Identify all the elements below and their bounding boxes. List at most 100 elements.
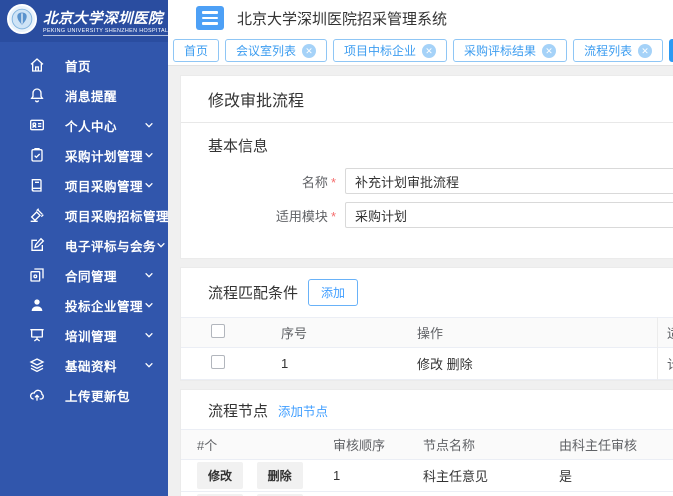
chevron-down-icon bbox=[144, 330, 154, 340]
sidebar-item-training[interactable]: 培训管理 bbox=[0, 320, 168, 350]
layers-icon bbox=[28, 357, 45, 374]
column-header-index: #个 bbox=[197, 435, 333, 454]
table-header-row: 序号 操作 适 bbox=[181, 317, 673, 348]
sidebar-item-label: 个人中心 bbox=[65, 116, 117, 135]
add-node-link[interactable]: 添加节点 bbox=[278, 401, 328, 420]
sidebar-item-label: 合同管理 bbox=[65, 266, 117, 285]
sidebar-item-project-bidding[interactable]: 项目采购招标管理 bbox=[0, 200, 168, 230]
sidebar-item-label: 投标企业管理 bbox=[65, 296, 143, 315]
sidebar-item-label: 电子评标与会务 bbox=[65, 236, 156, 255]
sidebar-item-label: 项目采购管理 bbox=[65, 176, 143, 195]
sidebar: 北京大学深圳医院 PEKING UNIVERSITY SHENZHEN HOSP… bbox=[0, 0, 168, 496]
table-row: 修改 删除 1 科主任意见 是 bbox=[181, 460, 673, 492]
tab-evaluation-results[interactable]: 采购评标结果 ✕ bbox=[453, 39, 567, 62]
sidebar-item-procurement-plan[interactable]: 采购计划管理 bbox=[0, 140, 168, 170]
close-icon[interactable]: ✕ bbox=[302, 44, 316, 58]
close-icon[interactable]: ✕ bbox=[422, 44, 436, 58]
sidebar-item-label: 首页 bbox=[65, 56, 91, 75]
sidebar-item-e-evaluation[interactable]: 电子评标与会务 bbox=[0, 230, 168, 260]
sidebar-item-label: 采购计划管理 bbox=[65, 146, 143, 165]
close-icon[interactable]: ✕ bbox=[638, 44, 652, 58]
required-mark: * bbox=[331, 175, 336, 190]
sidebar-item-basic-data[interactable]: 基础资料 bbox=[0, 350, 168, 380]
match-conditions-header: 流程匹配条件 添加 bbox=[181, 268, 673, 317]
sidebar-item-label: 上传更新包 bbox=[65, 386, 130, 405]
match-conditions-title: 流程匹配条件 bbox=[208, 282, 298, 303]
select-all-checkbox[interactable] bbox=[211, 324, 225, 338]
tab-meeting-room-list[interactable]: 会议室列表 ✕ bbox=[225, 39, 327, 62]
name-field[interactable] bbox=[345, 168, 673, 194]
clipboard-check-icon bbox=[28, 147, 45, 164]
chevron-down-icon bbox=[144, 300, 154, 310]
add-condition-button[interactable]: 添加 bbox=[308, 279, 358, 306]
sidebar-toggle-button[interactable] bbox=[196, 6, 224, 30]
presentation-icon bbox=[28, 327, 45, 344]
module-field[interactable] bbox=[345, 202, 673, 228]
sidebar-item-messages[interactable]: 消息提醒 bbox=[0, 80, 168, 110]
cloud-upload-icon bbox=[28, 387, 45, 404]
match-conditions-panel: 流程匹配条件 添加 序号 操作 适 1 修改 bbox=[180, 267, 673, 381]
tab-label: 流程列表 bbox=[584, 42, 632, 59]
modify-button[interactable]: 修改 bbox=[197, 462, 243, 489]
hospital-logo: 北京大学深圳医院 PEKING UNIVERSITY SHENZHEN HOSP… bbox=[0, 0, 168, 42]
contract-icon bbox=[28, 267, 45, 284]
chevron-down-icon bbox=[144, 120, 154, 130]
chevron-down-icon bbox=[144, 150, 154, 160]
process-nodes-panel: 流程节点 添加节点 #个 审核顺序 节点名称 由科主任审核 修改 删除 bbox=[180, 389, 673, 496]
id-card-icon bbox=[28, 117, 45, 134]
tab-home[interactable]: 首页 bbox=[173, 39, 219, 62]
process-nodes-header: 流程节点 添加节点 bbox=[181, 390, 673, 429]
hospital-emblem-icon bbox=[7, 4, 37, 39]
table-header-row: #个 审核顺序 节点名称 由科主任审核 bbox=[181, 429, 673, 460]
match-conditions-table: 序号 操作 适 1 修改 删除 计 bbox=[181, 317, 673, 380]
main-area: 北京大学深圳医院招采管理系统 首页 会议室列表 ✕ 项目中标企业 ✕ 采购评标结… bbox=[168, 0, 673, 496]
sidebar-item-label: 培训管理 bbox=[65, 326, 117, 345]
cell-dept-head-review: 是 bbox=[559, 466, 673, 485]
tab-process-list[interactable]: 流程列表 ✕ bbox=[573, 39, 663, 62]
column-header-seq: 序号 bbox=[281, 323, 417, 342]
sidebar-item-home[interactable]: 首页 bbox=[0, 50, 168, 80]
sidebar-item-label: 项目采购招标管理 bbox=[65, 206, 168, 225]
delete-link[interactable]: 删除 bbox=[447, 357, 473, 372]
sidebar-item-label: 消息提醒 bbox=[65, 86, 117, 105]
hospital-name-cn: 北京大学深圳医院 bbox=[43, 7, 168, 28]
system-title: 北京大学深圳医院招采管理系统 bbox=[237, 8, 447, 29]
chevron-down-icon bbox=[144, 360, 154, 370]
user-icon bbox=[28, 297, 45, 314]
app-window: 北京大学深圳医院 PEKING UNIVERSITY SHENZHEN HOSP… bbox=[0, 0, 673, 496]
delete-button[interactable]: 删除 bbox=[257, 462, 303, 489]
hospital-name-en: PEKING UNIVERSITY SHENZHEN HOSPITAL bbox=[43, 28, 168, 36]
column-header-clipped: 适 bbox=[657, 323, 673, 342]
tab-label: 首页 bbox=[184, 42, 208, 59]
book-icon bbox=[28, 177, 45, 194]
table-row: 1 修改 删除 计 bbox=[181, 348, 673, 380]
sidebar-item-upload-package[interactable]: 上传更新包 bbox=[0, 380, 168, 410]
topbar: 北京大学深圳医院招采管理系统 bbox=[168, 0, 673, 36]
close-icon[interactable]: ✕ bbox=[542, 44, 556, 58]
process-nodes-table: #个 审核顺序 节点名称 由科主任审核 修改 删除 1 科主任意见 是 bbox=[181, 429, 673, 496]
sidebar-item-personal-center[interactable]: 个人中心 bbox=[0, 110, 168, 140]
tab-process[interactable]: 流程 ✕ bbox=[669, 39, 673, 62]
edit-document-icon bbox=[28, 237, 45, 254]
row-checkbox[interactable] bbox=[211, 355, 225, 369]
chevron-down-icon bbox=[156, 240, 166, 250]
column-header-name: 节点名称 bbox=[423, 435, 559, 454]
basic-info-form: 名称* 适用模块* bbox=[181, 168, 673, 258]
page-title: 修改审批流程 bbox=[181, 76, 673, 123]
sidebar-item-project-procurement[interactable]: 项目采购管理 bbox=[0, 170, 168, 200]
form-row-name: 名称* bbox=[181, 168, 673, 194]
tab-label: 会议室列表 bbox=[236, 42, 296, 59]
modify-link[interactable]: 修改 bbox=[417, 357, 443, 372]
cell-name: 科主任意见 bbox=[423, 466, 559, 485]
sidebar-item-contract[interactable]: 合同管理 bbox=[0, 260, 168, 290]
sidebar-item-bidder-management[interactable]: 投标企业管理 bbox=[0, 290, 168, 320]
column-header-order: 审核顺序 bbox=[333, 435, 423, 454]
content-area: 修改审批流程 基本信息 名称* 适用模块* 流程匹配条件 bbox=[168, 66, 673, 496]
home-icon bbox=[28, 57, 45, 74]
column-divider bbox=[657, 317, 658, 380]
required-mark: * bbox=[331, 209, 336, 224]
column-header-dept-head: 由科主任审核 bbox=[559, 435, 673, 454]
tab-winning-bidders[interactable]: 项目中标企业 ✕ bbox=[333, 39, 447, 62]
chevron-down-icon bbox=[144, 270, 154, 280]
sidebar-menu: 首页 消息提醒 个人中心 采购计划管理 项目采购管理 bbox=[0, 42, 168, 410]
